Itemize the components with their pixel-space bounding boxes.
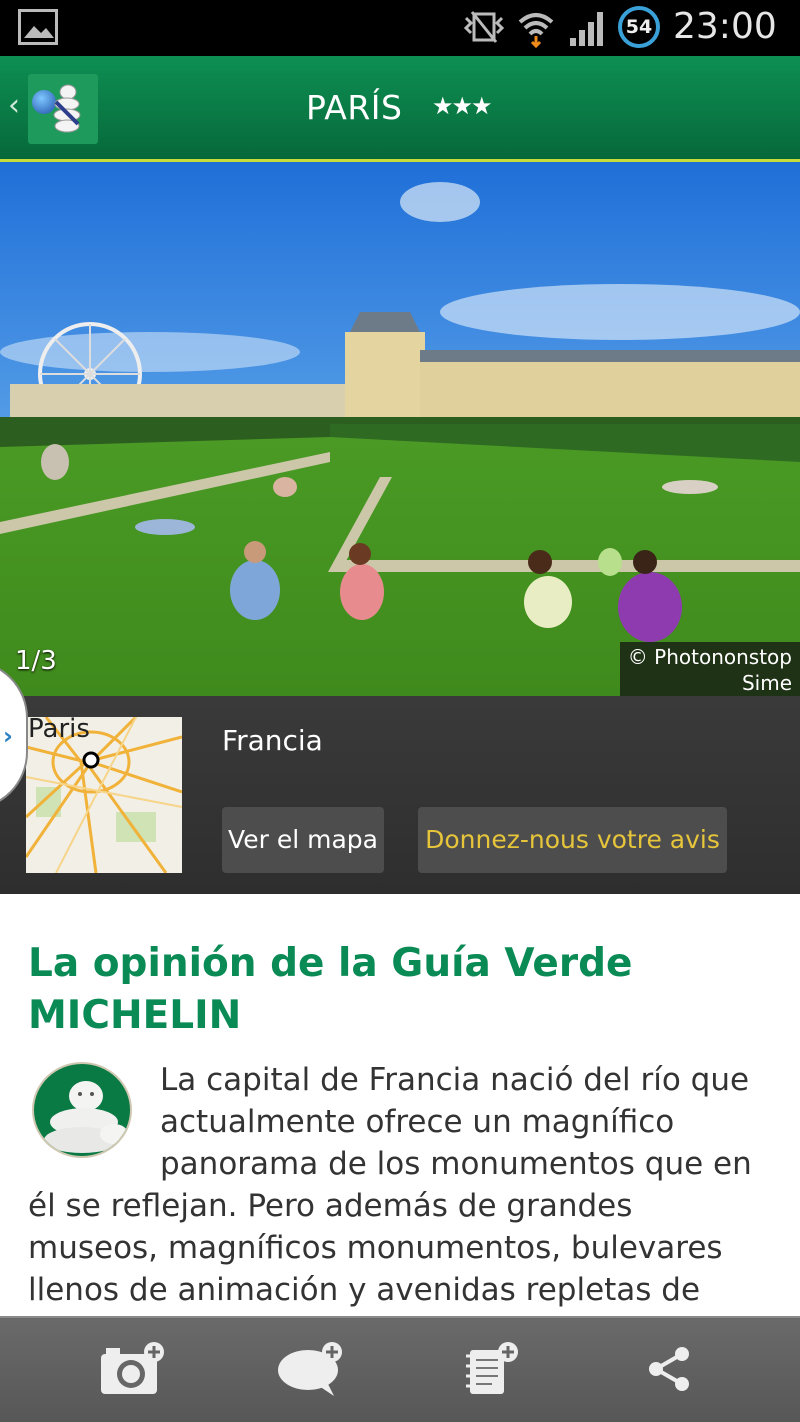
chevron-right-icon: › [3, 722, 13, 750]
photo-credit-line1: © Photononstop [627, 645, 792, 669]
map-city-label: Paris [28, 714, 90, 744]
gallery-icon [18, 9, 58, 45]
section-heading: La opinión de la Guía Verde MICHELIN [28, 938, 768, 1042]
tuileries-photo [0, 162, 800, 696]
bibendum-icon [53, 84, 81, 133]
paragraph-line: él se reflejan. Pero además de grandes [28, 1188, 633, 1224]
michelin-logo-home-button[interactable] [28, 74, 98, 144]
paragraph-line: La capital de Francia nació del río que [160, 1062, 750, 1098]
clock: 23:00 [673, 6, 777, 47]
status-bar: 54 23:00 [0, 0, 800, 56]
rating-stars: ★★★ [432, 92, 493, 120]
feedback-button[interactable]: Donnez-nous votre avis [418, 807, 727, 873]
photo-counter: 1/3 [15, 646, 57, 676]
photo-gallery[interactable] [0, 162, 800, 696]
share-icon[interactable] [644, 1340, 694, 1398]
paragraph-line: llenos de animación y avenidas repletas … [28, 1272, 701, 1308]
bibendum-icon [44, 1081, 128, 1153]
bibendum-avatar [32, 1062, 132, 1158]
page-title: PARÍS [306, 88, 403, 127]
signal-icon [570, 12, 603, 46]
add-photo-icon[interactable] [98, 1340, 168, 1398]
add-note-icon[interactable] [462, 1340, 522, 1398]
paragraph-line: museos, magníficos monumentos, bulevares [28, 1230, 723, 1266]
photo-credit-line2: Sime [741, 671, 792, 695]
paragraph-line: actualmente ofrece un magnífico [160, 1104, 675, 1140]
section-heading-line1: La opinión de la Guía Verde [28, 941, 633, 986]
section-heading-line2: MICHELIN [28, 993, 242, 1038]
paragraph-line: panorama de los monumentos que en [160, 1146, 752, 1182]
photo-credit: © Photononstop Sime [619, 642, 800, 698]
wifi-icon [518, 13, 554, 48]
battery-indicator: 54 [618, 6, 660, 48]
view-map-button[interactable]: Ver el mapa [222, 807, 384, 873]
add-comment-icon[interactable] [276, 1340, 346, 1398]
back-chevron-icon[interactable]: ‹ [8, 88, 20, 123]
country-label: Francia [222, 724, 323, 757]
vibrate-icon [463, 11, 505, 43]
